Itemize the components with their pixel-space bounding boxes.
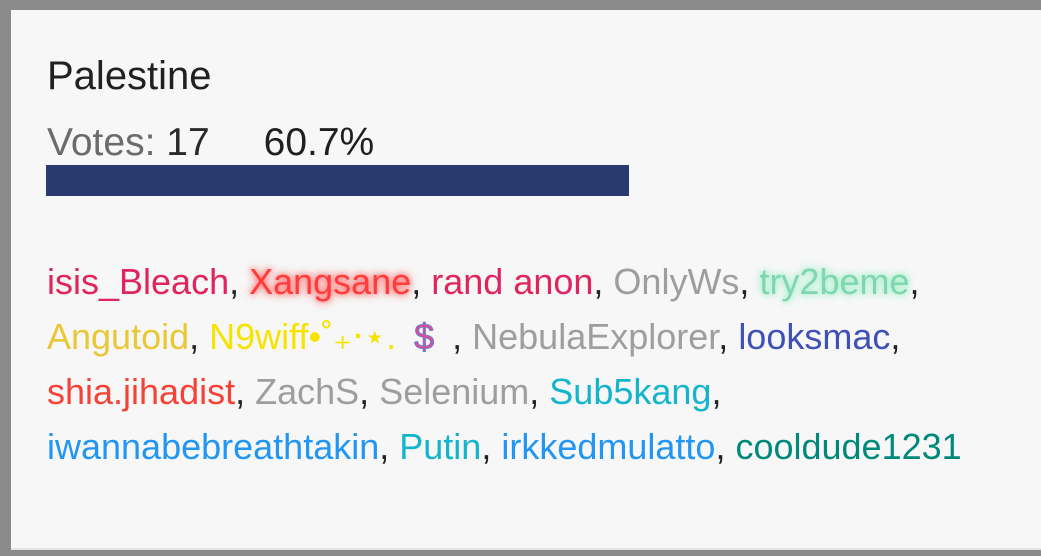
separator: , (229, 261, 250, 302)
voter-name[interactable]: Angutoid (47, 316, 189, 357)
voter-name[interactable]: rand anon (431, 261, 593, 302)
separator: , (715, 426, 736, 467)
voter-name[interactable]: Selenium (379, 371, 529, 412)
separator: , (411, 261, 432, 302)
voter-list: isis_Bleach, Xangsane, rand anon, OnlyWs… (47, 254, 1007, 474)
voter-name[interactable]: NebulaExplorer (472, 316, 718, 357)
voter-name[interactable]: shia.jihadist (47, 371, 235, 412)
poll-option-title: Palestine (47, 54, 212, 98)
separator: , (711, 371, 722, 412)
divider (11, 548, 1041, 550)
separator: , (379, 426, 400, 467)
separator: , (718, 316, 739, 357)
voter-name[interactable]: Xangsane (249, 261, 411, 302)
separator: , (235, 371, 256, 412)
poll-option-card: Palestine Votes: 17 60.7% isis_Bleach, X… (11, 10, 1041, 550)
votes-link[interactable]: Votes: 17 (47, 117, 220, 172)
voter-name[interactable]: looksmac (738, 316, 890, 357)
vote-progress-bar (46, 165, 1006, 196)
separator: , (593, 261, 614, 302)
voter-name[interactable]: N9wiff•˚₊‧⋆. (209, 316, 396, 357)
voter-name[interactable]: try2beme (759, 261, 909, 302)
voter-name[interactable]: ZachS (255, 371, 359, 412)
voter-name[interactable]: OnlyWs (613, 261, 739, 302)
vote-progress-fill (46, 165, 629, 196)
separator: , (452, 316, 473, 357)
separator: , (890, 316, 901, 357)
voter-name[interactable]: cooldude1231 (735, 426, 961, 467)
votes-label: Votes: (47, 121, 156, 164)
separator: , (909, 261, 920, 302)
separator: , (529, 371, 550, 412)
separator: , (189, 316, 210, 357)
voter-name[interactable]: irkkedmulatto (501, 426, 715, 467)
separator: , (481, 426, 502, 467)
voter-name[interactable]: isis_Bleach (47, 261, 229, 302)
votes-row: Votes: 17 60.7% (47, 117, 375, 172)
votes-count: 17 (166, 121, 210, 164)
separator: , (359, 371, 380, 412)
vote-percentage: 60.7% (263, 121, 375, 164)
dollar-icon: $ (414, 316, 435, 358)
voter-name[interactable]: Putin (399, 426, 481, 467)
voter-name[interactable]: Sub5kang (549, 371, 711, 412)
separator: , (739, 261, 760, 302)
voter-name[interactable]: iwannabebreathtakin (47, 426, 379, 467)
